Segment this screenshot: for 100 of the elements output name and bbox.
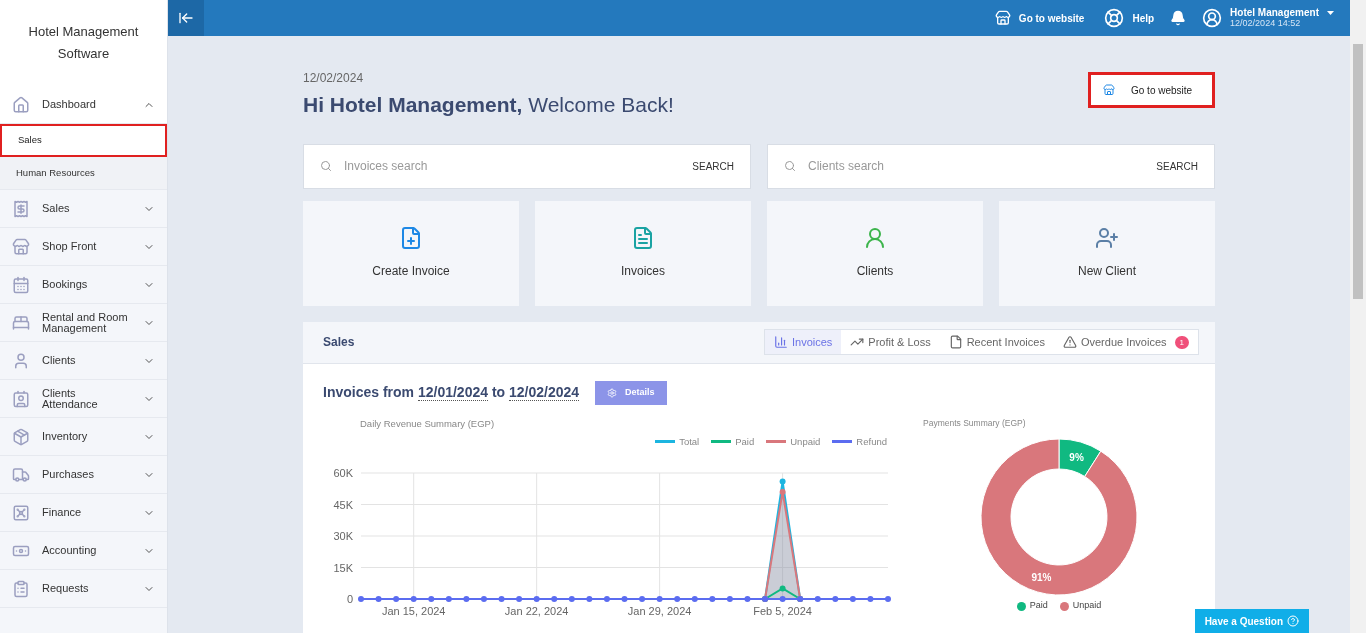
search-icon (320, 160, 332, 172)
submenu-item[interactable]: Sales (0, 124, 167, 157)
website-link[interactable]: Go to website (994, 10, 1085, 26)
user-name[interactable]: Hotel Management (1230, 7, 1334, 18)
y-tick-label: 30K (333, 529, 353, 542)
point (603, 595, 610, 602)
legend-item[interactable]: Unpaid (1059, 599, 1102, 613)
x-tick-label: Jan 29, 2024 (627, 604, 692, 617)
point (586, 595, 593, 602)
notifications-icon[interactable] (1170, 10, 1187, 26)
point (375, 595, 382, 602)
tab[interactable]: Invoices (764, 330, 842, 354)
quick-action-card[interactable]: Invoices (535, 200, 751, 306)
quick-action-card[interactable]: Clients (767, 200, 983, 306)
go-to-website-button[interactable]: Go to website (1088, 72, 1215, 108)
legend-item[interactable]: Total (655, 434, 700, 449)
store-icon (994, 10, 1011, 26)
sidebar-item[interactable]: Inventory (0, 418, 167, 456)
sidebar-toggle-button[interactable] (168, 0, 204, 36)
point (516, 595, 523, 602)
point (814, 595, 821, 602)
slice-label: 91% (1031, 572, 1052, 584)
chart-title: Daily Revenue Summary (EGP) (359, 416, 496, 431)
sidebar-item[interactable]: Requests (0, 570, 167, 608)
point (358, 595, 364, 602)
legend-item[interactable]: Paid (1016, 599, 1048, 613)
sidebar-item[interactable]: Finance (0, 494, 167, 532)
point (779, 488, 786, 495)
y-tick-label: 15K (333, 561, 353, 574)
point (726, 595, 733, 602)
x-tick-label: Jan 15, 2024 (381, 604, 446, 617)
point (498, 595, 505, 602)
sidebar-item[interactable]: Bookings (0, 266, 167, 304)
point (428, 595, 435, 602)
point (744, 595, 751, 602)
legend-item[interactable]: Paid (711, 434, 755, 449)
avatar-icon[interactable] (1202, 8, 1223, 28)
point (709, 595, 716, 602)
sidebar-item[interactable]: Rental and Room Management (0, 304, 167, 342)
tab-icon (773, 335, 788, 349)
sidebar-item[interactable]: Clients Attendance (0, 380, 167, 418)
x-tick-label: Feb 5, 2024 (753, 604, 812, 617)
point (621, 595, 628, 602)
scrollbar[interactable] (1350, 0, 1366, 633)
point (779, 585, 786, 592)
point (832, 595, 839, 602)
gear-icon (607, 387, 618, 398)
search-icon (784, 160, 796, 172)
panel-title: Sales (323, 334, 355, 351)
search-field[interactable]: Invoices search SEARCH (303, 143, 751, 189)
question-icon (1287, 615, 1299, 627)
point (656, 595, 663, 602)
action-icon (631, 226, 655, 250)
point (463, 595, 470, 602)
sidebar-item[interactable]: Purchases (0, 456, 167, 494)
point (867, 595, 874, 602)
help-link[interactable]: Help (1104, 8, 1155, 28)
tab[interactable]: Profit & Loss (841, 330, 940, 354)
point (885, 595, 891, 602)
action-icon (1095, 226, 1119, 250)
sidebar-item[interactable]: Clients (0, 342, 167, 380)
lifebuoy-icon (1104, 8, 1125, 28)
y-tick-label: 0 (346, 592, 353, 605)
slice-label: 9% (1069, 451, 1084, 463)
y-tick-label: 60K (333, 466, 353, 479)
sidebar-item[interactable]: Accounting (0, 532, 167, 570)
point (568, 595, 575, 602)
caret-icon (1327, 10, 1334, 15)
point (779, 595, 786, 602)
search-button[interactable]: SEARCH (1156, 158, 1198, 174)
search-button[interactable]: SEARCH (692, 158, 734, 174)
date-time: 12/02/2024 14:52 (1230, 18, 1302, 29)
point (445, 595, 452, 602)
point (410, 595, 417, 602)
point (674, 595, 681, 602)
point (779, 478, 786, 485)
point (393, 595, 400, 602)
legend-item[interactable]: Refund (832, 434, 887, 449)
submenu-item[interactable]: Human Resources (0, 157, 167, 190)
tab[interactable]: Recent Invoices (939, 330, 1054, 354)
point (639, 595, 646, 602)
count-badge: 1 (1174, 335, 1189, 349)
quick-action-card[interactable]: New Client (999, 200, 1215, 306)
tab-icon (948, 335, 963, 349)
y-tick-label: 45K (333, 498, 353, 511)
sidebar-item[interactable]: Shop Front (0, 228, 167, 266)
point (480, 595, 487, 602)
tab[interactable]: Overdue Invoices 1 (1053, 330, 1198, 354)
sidebar-item[interactable]: Sales (0, 190, 167, 228)
point (691, 595, 698, 602)
action-icon (399, 226, 423, 250)
tab-icon (1062, 335, 1077, 349)
point (533, 595, 540, 602)
legend-item[interactable]: Unpaid (766, 434, 821, 449)
search-field[interactable]: Clients search SEARCH (767, 143, 1215, 189)
chart-title: Payments Summary (EGP) (922, 416, 1026, 430)
store-icon (1103, 84, 1115, 96)
quick-action-card[interactable]: Create Invoice (303, 200, 519, 306)
action-icon (863, 226, 887, 250)
welcome-heading: Hi Hotel Management, Welcome Back! (303, 92, 674, 118)
